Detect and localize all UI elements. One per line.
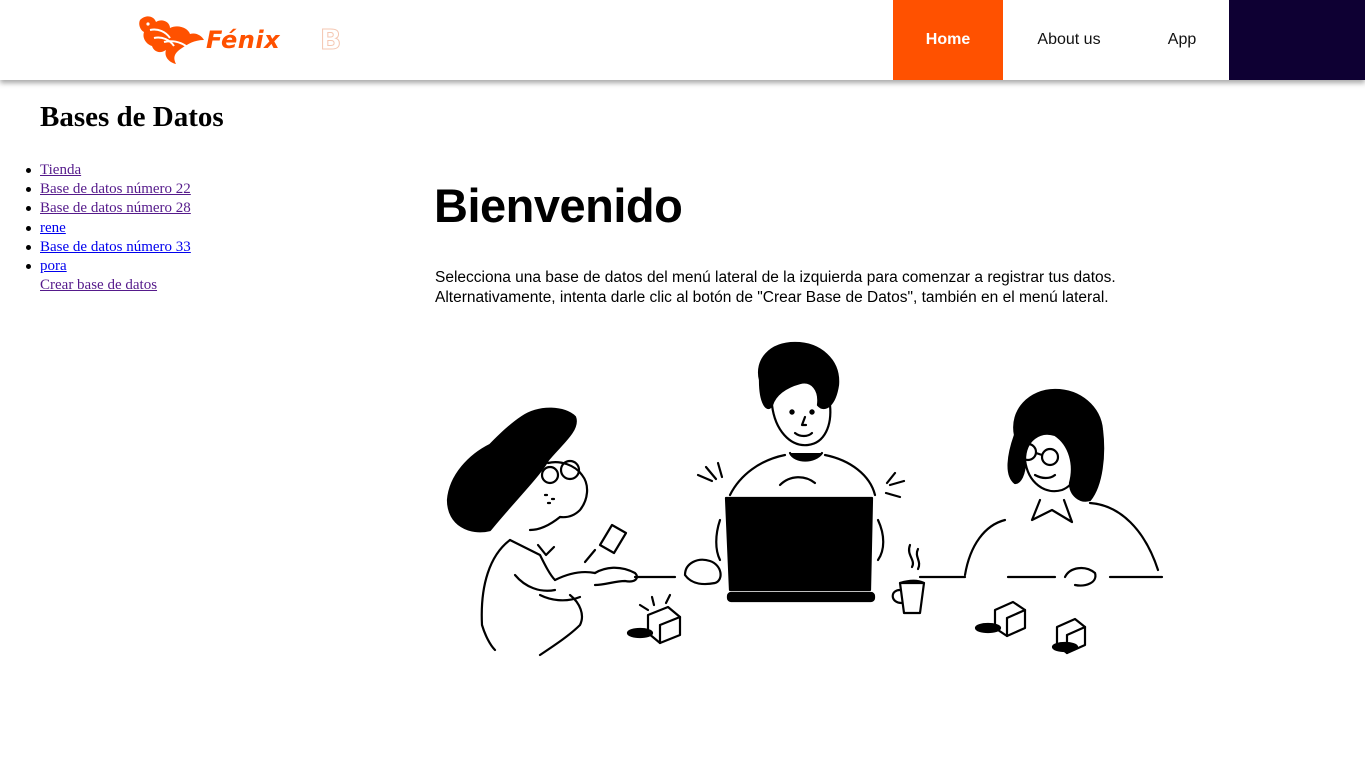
list-item: Base de datos número 28 <box>26 199 191 218</box>
database-link-rene[interactable]: rene <box>40 220 66 236</box>
small-box <box>1051 617 1087 655</box>
center-person <box>696 341 906 499</box>
small-box <box>626 593 682 645</box>
left-person <box>446 407 639 657</box>
database-link-tienda[interactable]: Tienda <box>40 162 81 178</box>
top-navigation-bar: Fénix B Home About us App <box>0 0 1365 80</box>
right-person <box>963 388 1160 587</box>
welcome-title: Bienvenido <box>434 179 683 232</box>
brand-logo[interactable]: Fénix B <box>136 12 361 68</box>
phoenix-bird-icon <box>139 16 204 64</box>
header-dark-block <box>1229 0 1365 80</box>
small-box <box>974 600 1027 638</box>
sidebar-title: Bases de Datos <box>40 101 224 133</box>
list-item: Base de datos número 22 <box>26 180 191 199</box>
list-item: Base de datos número 33 <box>26 238 191 257</box>
laptop <box>715 496 885 603</box>
coffee-cup <box>891 543 926 615</box>
nav-home[interactable]: Home <box>893 0 1003 80</box>
list-item: pora <box>26 257 191 276</box>
nav-about-us[interactable]: About us <box>1003 0 1135 80</box>
create-database-link[interactable]: Crear base de datos <box>40 277 157 293</box>
list-item: Tienda <box>26 161 191 180</box>
team-working-illustration <box>446 341 1164 657</box>
database-link-pora[interactable]: pora <box>40 258 67 274</box>
logo-text: Fénix <box>206 26 281 54</box>
welcome-text: Selecciona una base de datos del menú la… <box>435 269 1116 307</box>
database-link-22[interactable]: Base de datos número 22 <box>40 181 191 197</box>
database-link-33[interactable]: Base de datos número 33 <box>40 239 191 255</box>
nav-app[interactable]: App <box>1135 0 1229 80</box>
rock <box>683 558 722 586</box>
database-link-28[interactable]: Base de datos número 28 <box>40 200 191 216</box>
database-list: Tienda Base de datos número 22 Base de d… <box>26 161 191 295</box>
list-item: Crear base de datos <box>40 276 191 295</box>
logo-suffix: B <box>319 23 342 57</box>
list-item: rene <box>26 219 191 238</box>
